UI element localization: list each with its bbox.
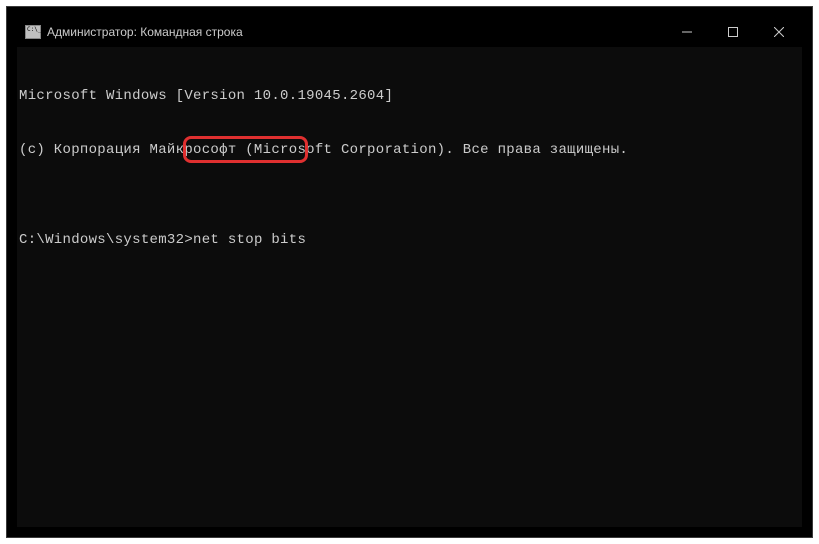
- close-button[interactable]: [756, 17, 802, 47]
- titlebar[interactable]: Администратор: Командная строка: [17, 17, 802, 47]
- minimize-button[interactable]: [664, 17, 710, 47]
- terminal-prompt-line: C:\Windows\system32>net stop bits: [19, 231, 802, 249]
- terminal-line: (c) Корпорация Майкрософт (Microsoft Cor…: [19, 141, 802, 159]
- terminal-area[interactable]: Microsoft Windows [Version 10.0.19045.26…: [17, 47, 802, 527]
- titlebar-left: Администратор: Командная строка: [25, 25, 243, 39]
- terminal-line: Microsoft Windows [Version 10.0.19045.26…: [19, 87, 802, 105]
- prompt: C:\Windows\system32>: [19, 232, 193, 248]
- window-title: Администратор: Командная строка: [47, 25, 243, 39]
- command-prompt-window: Администратор: Командная строка Microsof…: [17, 17, 802, 527]
- window-controls: [664, 17, 802, 47]
- command-input[interactable]: net stop bits: [193, 232, 306, 248]
- maximize-button[interactable]: [710, 17, 756, 47]
- cmd-icon: [25, 25, 41, 39]
